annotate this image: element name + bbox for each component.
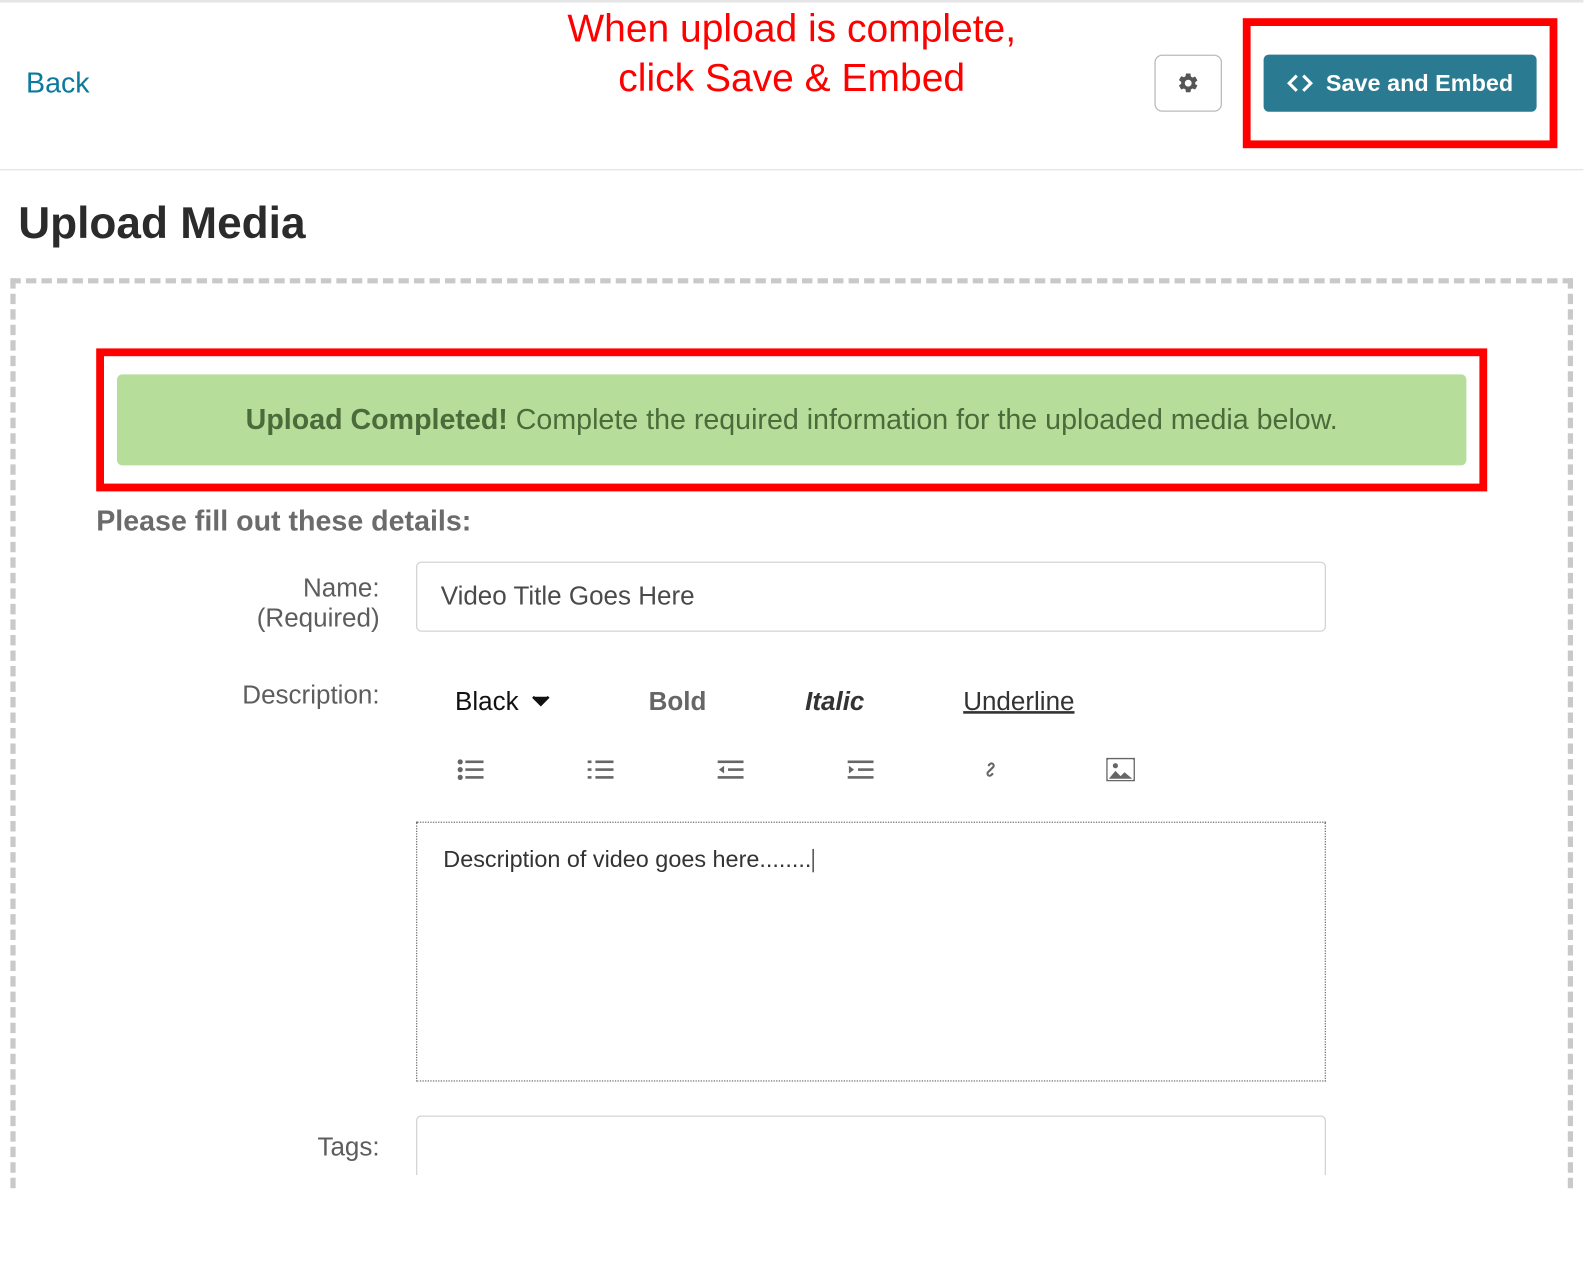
save-button-highlight: Save and Embed <box>1243 18 1558 148</box>
name-input[interactable] <box>416 562 1326 632</box>
back-link[interactable]: Back <box>26 66 90 100</box>
link-button[interactable] <box>975 754 1006 785</box>
annotation-line2: click Save & Embed <box>567 54 1016 103</box>
rte-toolbar: Black Bold Italic Underline <box>416 668 1487 803</box>
save-button-label: Save and Embed <box>1326 70 1513 97</box>
topbar: Back When upload is complete, click Save… <box>0 0 1583 170</box>
tags-input[interactable] <box>416 1115 1326 1175</box>
text-color-label: Black <box>455 687 519 717</box>
description-row: Description: Black Bold Italic Underline <box>96 668 1487 1081</box>
alert-strong: Upload Completed! <box>246 403 508 436</box>
list-ul-icon <box>458 759 484 780</box>
settings-button[interactable] <box>1154 55 1222 112</box>
alert-highlight: Upload Completed! Complete the required … <box>96 348 1487 491</box>
tags-row: Tags: <box>96 1115 1487 1175</box>
outdent-button[interactable] <box>715 754 746 785</box>
upload-complete-alert: Upload Completed! Complete the required … <box>117 374 1466 465</box>
name-required-label: (Required) <box>96 605 379 635</box>
indent-button[interactable] <box>845 754 876 785</box>
description-label: Description: <box>242 681 379 710</box>
tags-label: Tags: <box>317 1134 379 1163</box>
description-content: Description of video goes here........ <box>443 846 811 872</box>
bold-button[interactable]: Bold <box>649 687 707 717</box>
instruction-annotation: When upload is complete, click Save & Em… <box>567 5 1016 103</box>
indent-icon <box>848 759 874 780</box>
save-and-embed-button[interactable]: Save and Embed <box>1264 55 1537 112</box>
alert-text: Complete the required information for th… <box>508 403 1338 436</box>
italic-button[interactable]: Italic <box>805 687 864 717</box>
gear-icon <box>1176 72 1199 95</box>
description-editor[interactable]: Description of video goes here........ <box>416 822 1326 1082</box>
name-label: Name: <box>303 575 380 604</box>
outdent-icon <box>718 759 744 780</box>
underline-button[interactable]: Underline <box>963 687 1074 717</box>
link-icon <box>978 757 1004 783</box>
annotation-line1: When upload is complete, <box>567 5 1016 54</box>
upload-area: Upload Completed! Complete the required … <box>10 278 1573 1188</box>
list-ol-icon <box>588 759 614 780</box>
code-icon <box>1287 74 1313 92</box>
unordered-list-button[interactable] <box>455 754 486 785</box>
image-button[interactable] <box>1105 754 1136 785</box>
name-row: Name: (Required) <box>96 562 1487 635</box>
image-icon <box>1106 758 1135 781</box>
text-color-dropdown[interactable]: Black <box>455 687 550 717</box>
page-title: Upload Media <box>0 170 1583 278</box>
ordered-list-button[interactable] <box>585 754 616 785</box>
text-cursor <box>813 849 814 872</box>
chevron-down-icon <box>532 696 550 709</box>
details-heading: Please fill out these details: <box>96 504 1487 538</box>
